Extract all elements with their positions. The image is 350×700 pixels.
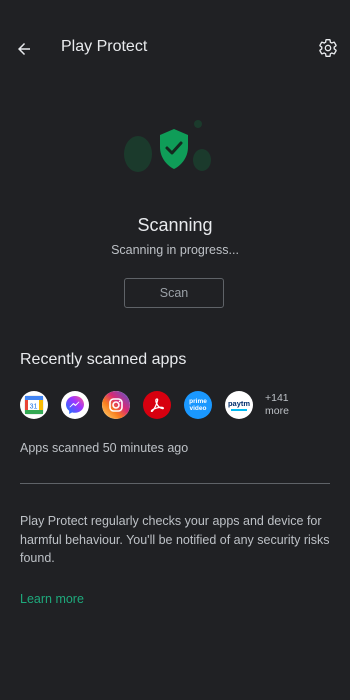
- gear-icon: [319, 39, 337, 58]
- calendar-icon: 31: [24, 395, 44, 415]
- calendar-app-icon[interactable]: 31: [20, 391, 48, 419]
- scanned-time: Apps scanned 50 minutes ago: [20, 441, 189, 455]
- settings-button[interactable]: [316, 36, 340, 60]
- acrobat-icon: [150, 398, 164, 413]
- svg-text:31: 31: [30, 404, 38, 411]
- play-protect-description: Play Protect regularly checks your apps …: [20, 514, 330, 565]
- messenger-app-icon[interactable]: [61, 391, 89, 419]
- instagram-app-icon[interactable]: [102, 391, 130, 419]
- page-title: Play Protect: [61, 38, 148, 55]
- prime-video-app-icon[interactable]: prime video: [184, 391, 212, 419]
- status-title: Scanning: [137, 215, 213, 235]
- learn-more-link[interactable]: Learn more: [20, 592, 84, 606]
- messenger-icon: [66, 396, 84, 414]
- recent-apps-heading: Recently scanned apps: [20, 351, 187, 368]
- paytm-app-icon[interactable]: paytm: [225, 391, 253, 419]
- scan-button[interactable]: Scan: [124, 278, 224, 308]
- back-button[interactable]: [12, 37, 36, 61]
- instagram-icon: [102, 391, 130, 419]
- acrobat-app-icon[interactable]: [143, 391, 171, 419]
- divider: [20, 483, 330, 484]
- recent-apps-list: 31 prime video paytm +141 more: [20, 389, 289, 421]
- app-bar: Play Protect: [0, 0, 350, 96]
- arrow-back-icon: [18, 43, 30, 55]
- more-apps-count: +141 more: [265, 392, 289, 417]
- scan-illustration: [0, 112, 350, 192]
- shield-check-icon: [124, 120, 211, 172]
- status-subtitle: Scanning in progress...: [111, 243, 239, 257]
